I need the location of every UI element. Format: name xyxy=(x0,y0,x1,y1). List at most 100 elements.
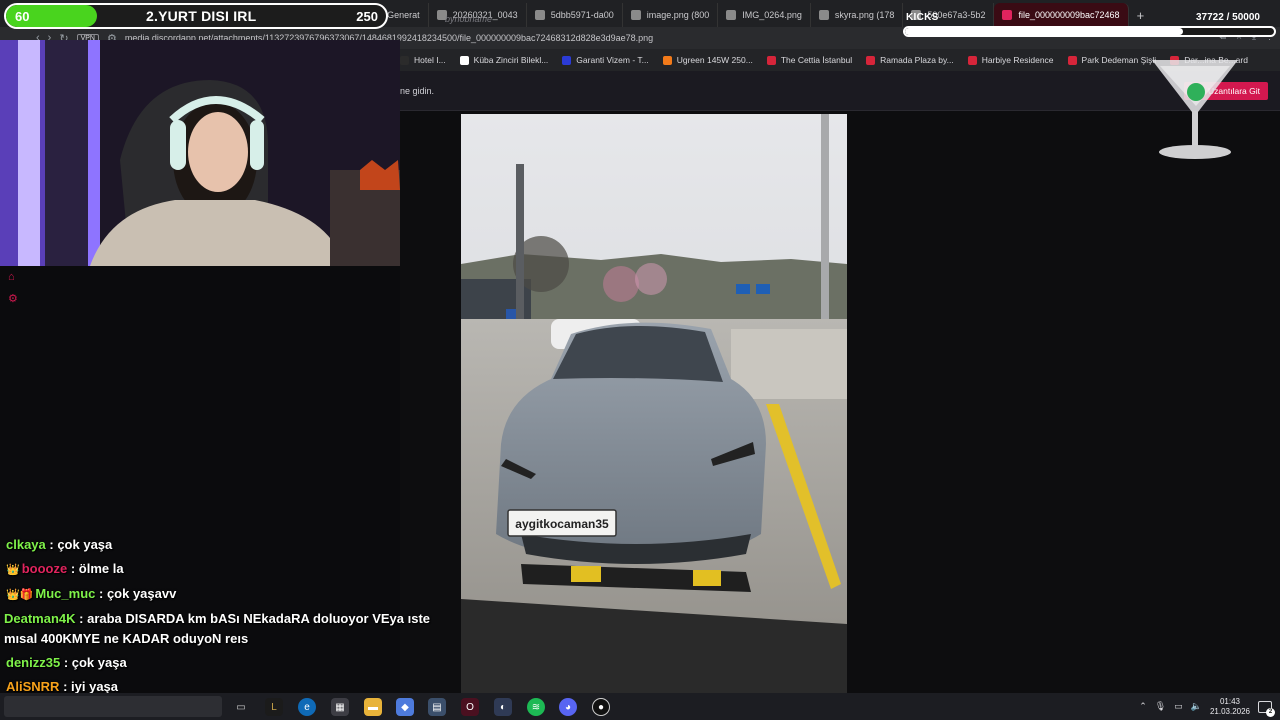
browser-tab[interactable]: skyra.png (178 xyxy=(811,3,904,27)
windows-taskbar: ▭ L e ▦ ▬ ◆ ▤ O ◐ ≋ ◕ ● ⌃ 🎙 ▭ 🔈 01:43 21… xyxy=(0,693,1280,720)
license-plate-text: aygitkocaman35 xyxy=(515,517,609,531)
browser-tab[interactable]: 5dbb5971-da00 xyxy=(527,3,623,27)
chat-username[interactable]: Muc_muc xyxy=(35,586,95,601)
tab-label: skyra.png (178 xyxy=(834,10,895,20)
bookmark-item[interactable]: Garanti Vizem - T... xyxy=(562,55,649,65)
clock-date: 21.03.2026 xyxy=(1209,706,1250,716)
bookmark-favicon-icon xyxy=(400,55,409,65)
tab-label: IMG_0264.png xyxy=(742,10,802,20)
bookmark-item[interactable]: Ramada Plaza by... xyxy=(866,55,954,65)
subgoal-current: 60 xyxy=(15,9,30,24)
bookmark-item[interactable]: The Cettia İstanbul xyxy=(766,55,853,65)
tab-label: file_000000009bac72468 xyxy=(1018,10,1120,20)
network-icon[interactable]: ▭ xyxy=(1174,701,1183,712)
webcam-drawing xyxy=(0,40,400,266)
bookmark-item[interactable]: Hotel I... xyxy=(400,55,446,65)
bookmark-item[interactable]: Harbiye Residence xyxy=(967,55,1054,65)
taskbar-search[interactable] xyxy=(4,696,222,717)
browser-tab[interactable]: IMG_0264.png xyxy=(718,3,811,27)
browser-tab[interactable]: image.png (800 xyxy=(623,3,719,27)
kicks-progress-bar xyxy=(903,26,1276,37)
bookmark-label: Küba Zinciri Bilekl... xyxy=(473,55,549,65)
subgoal-target: 250 xyxy=(356,9,378,24)
clock-time: 01:43 xyxy=(1219,696,1240,706)
bookmark-label: Park Dedeman Şişli xyxy=(1081,55,1157,65)
bookmark-label: Garanti Vizem - T... xyxy=(576,55,649,65)
bookmark-item[interactable]: Küba Zinciri Bilekl... xyxy=(459,55,549,65)
tab-favicon-icon xyxy=(630,10,641,20)
bookmark-favicon-icon xyxy=(866,55,876,65)
task-view-icon[interactable]: ▭ xyxy=(232,698,250,716)
chat-username[interactable]: Deatman4K xyxy=(4,611,76,626)
spotify-icon[interactable]: ≋ xyxy=(527,698,545,716)
new-tab-button[interactable]: + xyxy=(1129,3,1153,27)
notification-count: 2 xyxy=(1266,707,1275,717)
bookmark-label: Ramada Plaza by... xyxy=(880,55,954,65)
bookmark-favicon-icon xyxy=(662,55,672,65)
kicks-progress-fill xyxy=(905,28,1184,35)
opera-gx-icon[interactable]: O xyxy=(461,698,479,716)
martini-glass-icon xyxy=(1152,60,1238,159)
kicks-label: KICKS xyxy=(906,12,939,23)
chat-message: 👑🎁 Muc_muc : çok yaşavv xyxy=(0,582,455,607)
webcam-feed xyxy=(0,40,400,266)
settings-gear-icon[interactable]: ⚙ xyxy=(8,292,20,305)
app-icon-window[interactable]: ▤ xyxy=(428,698,446,716)
infobar-text: ne gidin. xyxy=(400,85,435,96)
subgoal-title: 2.YURT DISI IRL xyxy=(146,8,257,24)
bookmark-favicon-icon xyxy=(766,55,776,65)
app-icon-blue[interactable]: ◆ xyxy=(396,698,414,716)
tab-favicon-icon xyxy=(726,10,737,20)
bookmark-favicon-icon xyxy=(562,55,572,65)
chat-username[interactable]: denizz35 xyxy=(6,655,60,670)
clock[interactable]: 01:43 21.03.2026 xyxy=(1210,697,1250,717)
obs-icon[interactable]: ● xyxy=(592,698,610,716)
stream-screen: m - Kick D5332gnz.png19(20...iwa - HGemi… xyxy=(0,0,1280,720)
tab-favicon-icon xyxy=(818,10,829,20)
bookmark-favicon-icon xyxy=(1067,55,1077,65)
league-client-icon[interactable]: L xyxy=(265,698,283,716)
car-photo: aygitkocaman35 xyxy=(461,114,847,693)
streamlabs-icon[interactable]: ◐ xyxy=(494,698,512,716)
system-tray: ⌃ 🎙 ▭ 🔈 01:43 21.03.2026 2 xyxy=(1139,693,1280,720)
car-photo-drawing: aygitkocaman35 xyxy=(461,114,847,693)
chat-text: : çok yaşa xyxy=(49,537,113,552)
chat-message: denizz35 : çok yaşa xyxy=(0,651,455,675)
chevron-up-icon[interactable]: ⌃ xyxy=(1139,701,1147,712)
microphone-icon[interactable]: 🎙 xyxy=(1155,701,1166,712)
volume-icon[interactable]: 🔈 xyxy=(1191,701,1202,712)
notification-icon[interactable]: 2 xyxy=(1258,700,1275,717)
chat-text: : ölme la xyxy=(70,561,124,576)
bookmark-item[interactable]: Ugreen 145W 250... xyxy=(662,55,753,65)
chat-badge-icon: 👑🎁 xyxy=(6,589,34,601)
tab-label: 5dbb5971-da00 xyxy=(550,10,614,20)
watermark: bynobname xyxy=(445,14,493,24)
browser-tab[interactable]: file_000000009bac72468 xyxy=(994,3,1129,27)
chat-text: : çok yaşa xyxy=(63,655,127,670)
bookmark-label: Ugreen 145W 250... xyxy=(676,55,753,65)
store-icon[interactable]: ▦ xyxy=(331,698,349,716)
chat-message: 👑 boooze : ölme la xyxy=(0,557,455,582)
tab-favicon-icon xyxy=(534,10,545,20)
chat-text: : çok yaşavv xyxy=(99,586,177,601)
file-explorer-icon[interactable]: ▬ xyxy=(364,698,382,716)
bookmark-item[interactable]: Park Dedeman Şişli xyxy=(1067,55,1157,65)
kicks-progress-text: 37722 / 50000 xyxy=(1196,12,1260,23)
tab-label: image.png (800 xyxy=(646,10,710,20)
chat-text: : iyi yaşa xyxy=(63,679,119,694)
bookmark-label: The Cettia İstanbul xyxy=(780,55,853,65)
discord-icon[interactable]: ◕ xyxy=(559,698,577,716)
chat-message: Deatman4K : araba DISARDA km bASı NEkada… xyxy=(0,607,455,651)
edge-browser-icon[interactable]: e xyxy=(298,698,316,716)
chat-username[interactable]: AliSNRR xyxy=(6,679,59,694)
chat-message: clkaya : çok yaşa xyxy=(0,533,455,557)
kick-logo-icon[interactable]: ⌂ xyxy=(8,271,20,283)
chat-badge-icon: 👑 xyxy=(6,564,20,576)
bookmark-favicon-icon xyxy=(967,55,977,65)
chat-username[interactable]: boooze xyxy=(22,561,68,576)
bookmark-label: Harbiye Residence xyxy=(981,55,1054,65)
chat-overlay: clkaya : çok yaşa 👑 boooze : ölme la 👑🎁 Muc_… xyxy=(0,533,455,720)
bookmark-favicon-icon xyxy=(459,55,469,65)
subgoal-pill: 60 2.YURT DISI IRL 250 xyxy=(4,3,388,29)
chat-username[interactable]: clkaya xyxy=(6,537,46,552)
